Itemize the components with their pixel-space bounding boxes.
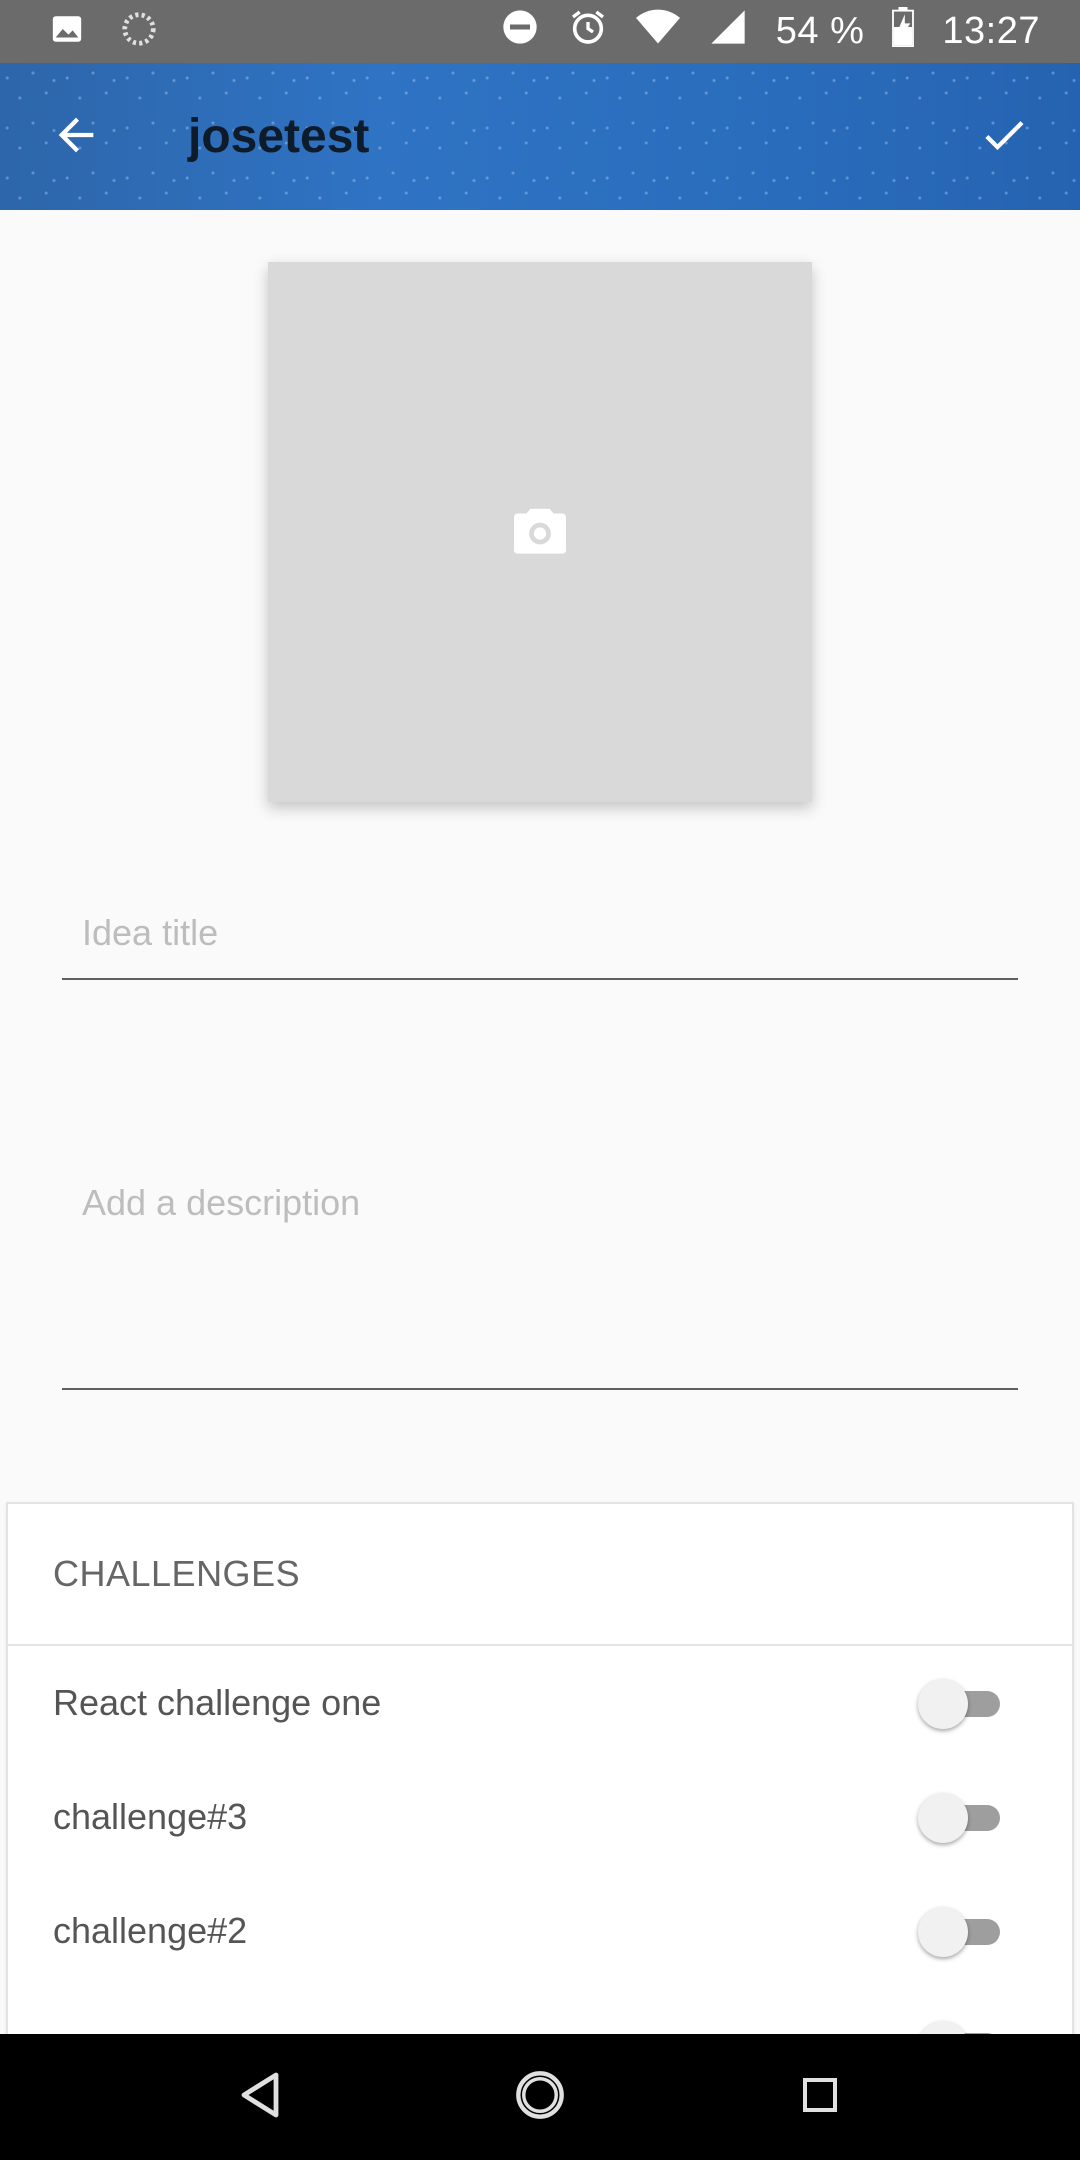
description-input[interactable] [62,1170,1018,1370]
nav-recents-button[interactable] [780,2057,860,2137]
do-not-disturb-icon [500,7,540,57]
screen: 54 % 13:27 josetest Idea title Add a des… [0,0,1080,2160]
nav-back-button[interactable] [220,2057,300,2137]
image-icon [50,12,84,51]
challenge-row: challenge#3 [8,1760,1072,1874]
challenge-label: React challenge one [53,1682,382,1723]
toggle-thumb [918,1907,968,1957]
challenge-toggle[interactable] [918,1675,1002,1731]
clock: 13:27 [942,10,1040,52]
battery-icon [892,6,915,57]
challenges-card: CHALLENGES React challenge one challenge… [6,1502,1074,2071]
challenge-toggle[interactable] [918,1903,1002,1959]
wifi-icon [635,8,680,56]
challenges-header: CHALLENGES [8,1504,1072,1646]
nav-home-icon [514,2069,566,2126]
image-picker[interactable] [268,262,812,802]
page-title: josetest [188,110,370,163]
challenge-label: challenge#2 [53,1910,248,1951]
nav-home-button[interactable] [500,2057,580,2137]
idea-title-input[interactable] [62,890,1018,976]
app-bar-texture [0,63,1080,210]
toggle-thumb [918,1679,968,1729]
signal-icon [708,7,748,57]
status-bar: 54 % 13:27 [0,0,1080,63]
camera-icon [511,504,569,561]
navigation-bar [0,2034,1080,2160]
challenge-label: challenge#3 [53,1796,248,1837]
confirm-button[interactable] [968,101,1040,173]
challenge-toggle[interactable] [918,1789,1002,1845]
challenge-row: React challenge one [8,1646,1072,1760]
check-icon [978,109,1030,166]
nav-back-icon [238,2071,282,2124]
battery-percent: 54 % [775,10,865,52]
nav-recents-icon [800,2075,840,2120]
toggle-thumb [918,1793,968,1843]
back-button[interactable] [40,101,112,173]
app-bar: josetest [0,63,1080,210]
arrow-back-icon [50,109,102,166]
loading-icon [120,10,158,53]
alarm-icon [568,7,608,57]
idea-title-field [62,890,1018,980]
challenge-row: challenge#2 [8,1874,1072,1988]
description-field [62,1170,1018,1390]
